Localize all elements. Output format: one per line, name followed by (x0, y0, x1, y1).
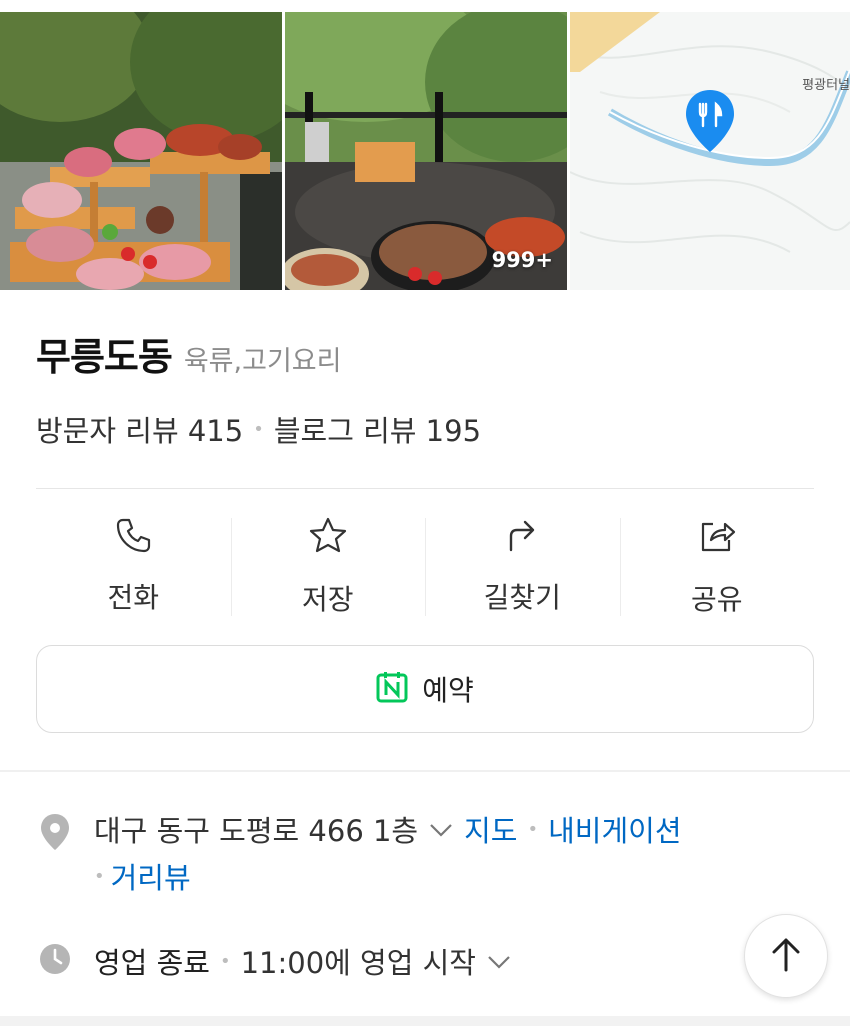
scroll-to-top-button[interactable] (744, 914, 828, 998)
map-link[interactable]: 지도 (464, 808, 517, 850)
map-label: 평광터널 (802, 78, 850, 93)
star-icon (308, 516, 348, 556)
location-pin-icon (38, 812, 72, 856)
separator-dot: • (219, 950, 231, 972)
address-row-2: • 거리뷰 (94, 855, 191, 897)
next-open-time: 11:00에 영업 시작 (240, 946, 476, 980)
directions-button[interactable]: 길찾기 (425, 512, 620, 616)
map-thumbnail[interactable]: 평광터널 (570, 12, 850, 290)
chevron-down-icon[interactable] (486, 944, 512, 978)
clock-icon (38, 942, 72, 980)
review-summary: 방문자 리뷰 415 • 블로그 리뷰 195 (36, 408, 481, 450)
arrow-up-icon (769, 936, 803, 976)
call-button[interactable]: 전화 (36, 512, 231, 616)
save-button[interactable]: 저장 (230, 512, 426, 616)
photo-count-badge: 999+ (491, 248, 553, 272)
visitor-reviews-link[interactable]: 방문자 리뷰 415 (36, 408, 243, 450)
directions-icon (502, 516, 542, 554)
bottom-divider (0, 1016, 850, 1026)
restaurant-pin-icon (684, 88, 736, 154)
naver-calendar-icon (376, 671, 408, 707)
call-label: 전화 (107, 581, 160, 614)
place-category: 육류,고기요리 (183, 346, 342, 377)
food-photo-1[interactable] (0, 12, 282, 290)
share-label: 공유 (690, 583, 743, 616)
title-row: 무릉도동 육류,고기요리 (36, 326, 341, 381)
action-bar: 전화 저장 길찾기 공유 (36, 512, 814, 616)
separator-dot: • (253, 418, 264, 440)
directions-label: 길찾기 (483, 581, 561, 614)
share-button[interactable]: 공유 (619, 512, 815, 616)
reservation-button[interactable]: 예약 (36, 645, 814, 733)
address-text[interactable]: 대구 동구 도평로 466 1층 (94, 808, 418, 850)
chevron-down-icon[interactable] (428, 812, 454, 846)
navigation-link[interactable]: 내비게이션 (548, 808, 681, 850)
food-photo-2[interactable]: 999+ (285, 12, 567, 290)
save-label: 저장 (301, 583, 354, 616)
section-divider (0, 770, 850, 772)
address-row: 대구 동구 도평로 466 1층 지도 • 내비게이션 (94, 808, 682, 850)
street-view-link[interactable]: 거리뷰 (111, 855, 191, 897)
phone-icon (113, 516, 153, 554)
blog-reviews-link[interactable]: 블로그 리뷰 195 (274, 408, 481, 450)
separator-dot: • (94, 865, 105, 887)
divider (36, 488, 814, 489)
business-status: 영업 종료 (94, 946, 210, 980)
place-detail-page: 999+ 평광터널 무릉도동 육류,고기요리 방문자 리뷰 415 • 블로그 … (0, 0, 850, 1026)
hours-row[interactable]: 영업 종료 • 11:00에 영업 시작 (94, 940, 512, 982)
separator-dot: • (527, 818, 539, 840)
photo-strip: 999+ 평광터널 (0, 12, 850, 290)
share-icon (697, 516, 737, 556)
reservation-label: 예약 (422, 674, 474, 707)
place-name: 무릉도동 (36, 335, 173, 379)
